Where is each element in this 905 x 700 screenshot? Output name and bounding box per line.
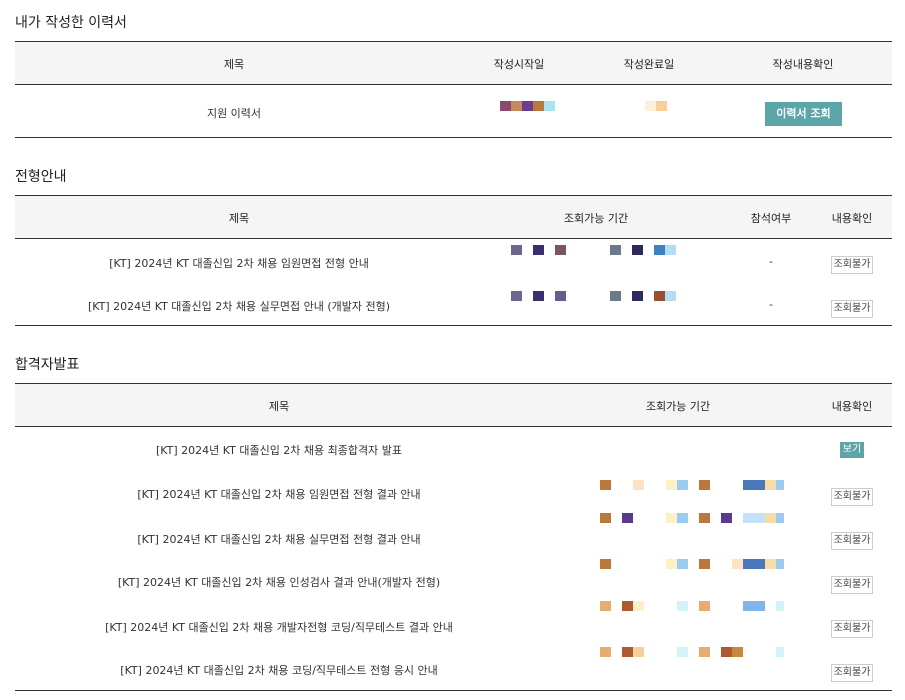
- col-period: 조회가능 기간: [645, 400, 711, 413]
- col-check: 작성내용확인: [772, 58, 834, 71]
- resume-row-title: 지원 이력서: [206, 107, 262, 120]
- unavailable-button[interactable]: 조회불가: [831, 664, 873, 682]
- redacted-period: [511, 291, 701, 301]
- col-attend: 참석여부: [750, 212, 792, 225]
- result-row-title: [KT] 2024년 KT 대졸신입 2차 채용 개발자전형 코딩/직무테스트 …: [105, 621, 453, 634]
- results-section-title: 합격자발표: [15, 357, 80, 373]
- unavailable-button[interactable]: 조회불가: [831, 532, 873, 550]
- redacted-period: [600, 513, 790, 523]
- resume-table-header: 제목 작성시작일 작성완료일 작성내용확인: [15, 42, 892, 85]
- col-title: 제목: [223, 58, 245, 71]
- unavailable-button[interactable]: 조회불가: [831, 488, 873, 506]
- table-row: [KT] 2024년 KT 대졸신입 2차 채용 임원면접 전형 안내 - 조회…: [15, 239, 892, 283]
- redacted-period: [600, 559, 790, 569]
- unavailable-button[interactable]: 조회불가: [831, 256, 873, 274]
- table-row: [KT] 2024년 KT 대졸신입 2차 채용 인성검사 결과 안내(개발자 …: [15, 559, 892, 603]
- redacted-period: [511, 245, 701, 255]
- resume-table: 제목 작성시작일 작성완료일 작성내용확인 지원 이력서 이력서 조회: [15, 41, 892, 138]
- redacted-start-date: [500, 101, 600, 111]
- table-row: [KT] 2024년 KT 대졸신입 2차 채용 코딩/직무테스트 전형 응시 …: [15, 647, 892, 691]
- view-button[interactable]: 보기: [840, 442, 864, 458]
- results-table: 제목 조회가능 기간 내용확인 [KT] 2024년 KT 대졸신입 2차 채용…: [15, 383, 892, 691]
- table-row: [KT] 2024년 KT 대졸신입 2차 채용 최종합격자 발표 보기: [15, 427, 892, 471]
- redacted-period: [600, 601, 790, 611]
- table-row: 지원 이력서 이력서 조회: [15, 85, 892, 137]
- result-row-title: [KT] 2024년 KT 대졸신입 2차 채용 실무면접 전형 결과 안내: [137, 533, 421, 546]
- result-row-title: [KT] 2024년 KT 대졸신입 2차 채용 최종합격자 발표: [155, 444, 403, 457]
- table-row: [KT] 2024년 KT 대졸신입 2차 채용 실무면접 전형 결과 안내 조…: [15, 513, 892, 559]
- unavailable-button[interactable]: 조회불가: [831, 576, 873, 594]
- guide-row-attend: -: [769, 298, 773, 311]
- guide-row-attend: -: [769, 255, 773, 268]
- table-row: [KT] 2024년 KT 대졸신입 2차 채용 임원면접 전형 결과 안내 조…: [15, 471, 892, 515]
- resume-section-title: 내가 작성한 이력서: [15, 15, 127, 31]
- table-row: [KT] 2024년 KT 대졸신입 2차 채용 실무면접 안내 (개발자 전형…: [15, 283, 892, 327]
- guide-table: 제목 조회가능 기간 참석여부 내용확인 [KT] 2024년 KT 대졸신입 …: [15, 195, 892, 326]
- results-table-header: 제목 조회가능 기간 내용확인: [15, 384, 892, 427]
- col-end-date: 작성완료일: [623, 58, 675, 71]
- result-row-title: [KT] 2024년 KT 대졸신입 2차 채용 인성검사 결과 안내(개발자 …: [117, 576, 441, 589]
- view-resume-button[interactable]: 이력서 조회: [765, 102, 842, 126]
- result-row-title: [KT] 2024년 KT 대졸신입 2차 채용 코딩/직무테스트 전형 응시 …: [120, 664, 438, 677]
- table-row: [KT] 2024년 KT 대졸신입 2차 채용 개발자전형 코딩/직무테스트 …: [15, 601, 892, 647]
- col-title: 제목: [228, 212, 250, 225]
- col-check: 내용확인: [831, 212, 873, 225]
- unavailable-button[interactable]: 조회불가: [831, 620, 873, 638]
- col-title: 제목: [268, 400, 290, 413]
- guide-table-header: 제목 조회가능 기간 참석여부 내용확인: [15, 196, 892, 239]
- redacted-period: [600, 480, 790, 490]
- result-row-title: [KT] 2024년 KT 대졸신입 2차 채용 임원면접 전형 결과 안내: [137, 488, 421, 501]
- unavailable-button[interactable]: 조회불가: [831, 300, 873, 318]
- redacted-period: [600, 647, 790, 657]
- col-start-date: 작성시작일: [493, 58, 545, 71]
- redacted-end-date: [645, 101, 745, 111]
- col-period: 조회가능 기간: [563, 212, 629, 225]
- col-check: 내용확인: [831, 400, 873, 413]
- guide-row-title: [KT] 2024년 KT 대졸신입 2차 채용 실무면접 안내 (개발자 전형…: [87, 300, 391, 313]
- guide-section-title: 전형안내: [15, 169, 67, 185]
- guide-row-title: [KT] 2024년 KT 대졸신입 2차 채용 임원면접 전형 안내: [109, 257, 369, 270]
